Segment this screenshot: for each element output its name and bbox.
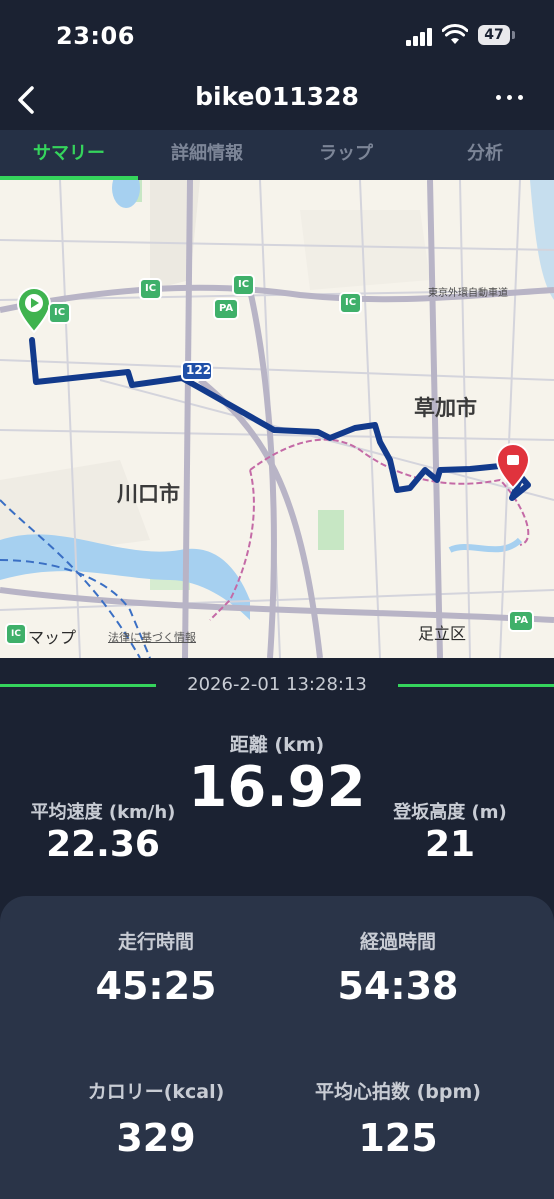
more-options-button[interactable] (490, 86, 530, 110)
moving-time-value: 45:25 (95, 964, 217, 1008)
activity-datetime: 2026-2-01 13:28:13 (187, 674, 367, 695)
activity-title: bike011328 (195, 82, 359, 111)
elapsed-time-label: 経過時間 (359, 931, 436, 953)
ic-badge-1: IC (48, 302, 72, 324)
tab-bar: サマリー 詳細情報 ラップ 分析 (0, 130, 554, 180)
pa-badge-2: PA (508, 610, 535, 632)
pa-badge-1: PA (213, 298, 240, 320)
climb-label: 登坂高度 (m) (393, 802, 507, 823)
route-map[interactable]: 122 IC IC IC IC PA PA IC 東京外環自動車道 草加市 川口… (0, 180, 554, 658)
calories-label: カロリー(kcal) (87, 1081, 225, 1103)
calories-value: 329 (116, 1116, 196, 1160)
distance-label: 距離 (km) (229, 734, 325, 756)
avg-hr-label: 平均心拍数 (bpm) (315, 1081, 481, 1103)
battery-tip (512, 31, 515, 39)
wifi-icon (442, 24, 468, 44)
legal-info-link[interactable]: 法律に基づく情報 (108, 629, 196, 645)
ic-badge-3: IC (232, 274, 256, 296)
apple-maps-logo: マップ (28, 628, 77, 647)
climb-value: 21 (424, 824, 476, 865)
tab-analysis[interactable]: 分析 (416, 130, 554, 180)
ic-badge-2: IC (139, 278, 163, 300)
tab-laps[interactable]: ラップ (277, 130, 415, 180)
status-bar: 23:06 47 (0, 0, 554, 70)
avg-speed-label: 平均速度 (km/h) (30, 802, 176, 823)
avg-speed-value: 22.36 (46, 824, 160, 865)
map-label-route-number: 122 (186, 363, 212, 377)
map-label-expressway: 東京外環自動車道 (428, 288, 508, 299)
moving-time-label: 走行時間 (117, 931, 194, 953)
ic-badge-4: IC (339, 292, 363, 314)
ic-badge-5: IC (5, 623, 27, 645)
map-label-kawaguchi: 川口市 (117, 482, 180, 506)
battery-level: 47 (478, 25, 510, 45)
elapsed-time-value: 54:38 (337, 964, 459, 1008)
cellular-signal-icon (406, 28, 434, 46)
nav-bar: bike011328 (0, 70, 554, 130)
tab-details[interactable]: 詳細情報 (138, 130, 276, 180)
status-time: 23:06 (56, 22, 135, 50)
tab-summary[interactable]: サマリー (0, 130, 138, 180)
map-label-adachi: 足立区 (418, 624, 467, 643)
map-label-soka: 草加市 (414, 396, 477, 420)
avg-hr-value: 125 (358, 1116, 438, 1160)
